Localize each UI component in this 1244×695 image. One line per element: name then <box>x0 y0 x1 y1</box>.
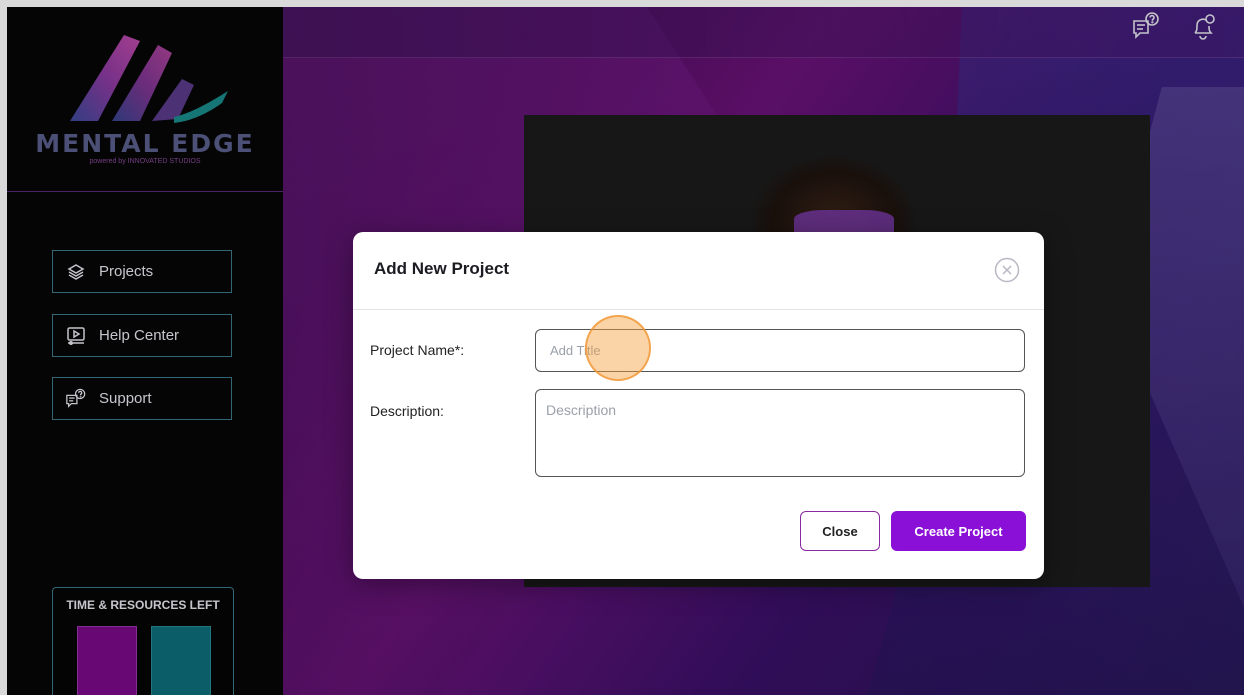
project-name-label: Project Name*: <box>370 342 465 358</box>
dialog-title: Add New Project <box>374 259 510 278</box>
project-name-input[interactable] <box>535 329 1025 372</box>
description-input[interactable] <box>535 389 1025 477</box>
close-icon[interactable] <box>994 257 1020 283</box>
create-project-button[interactable]: Create Project <box>891 511 1026 551</box>
add-project-dialog: Add New Project Project Name*: Descripti… <box>353 232 1044 579</box>
dialog-divider <box>353 309 1044 310</box>
close-button[interactable]: Close <box>800 511 880 551</box>
description-label: Description: <box>370 403 444 419</box>
